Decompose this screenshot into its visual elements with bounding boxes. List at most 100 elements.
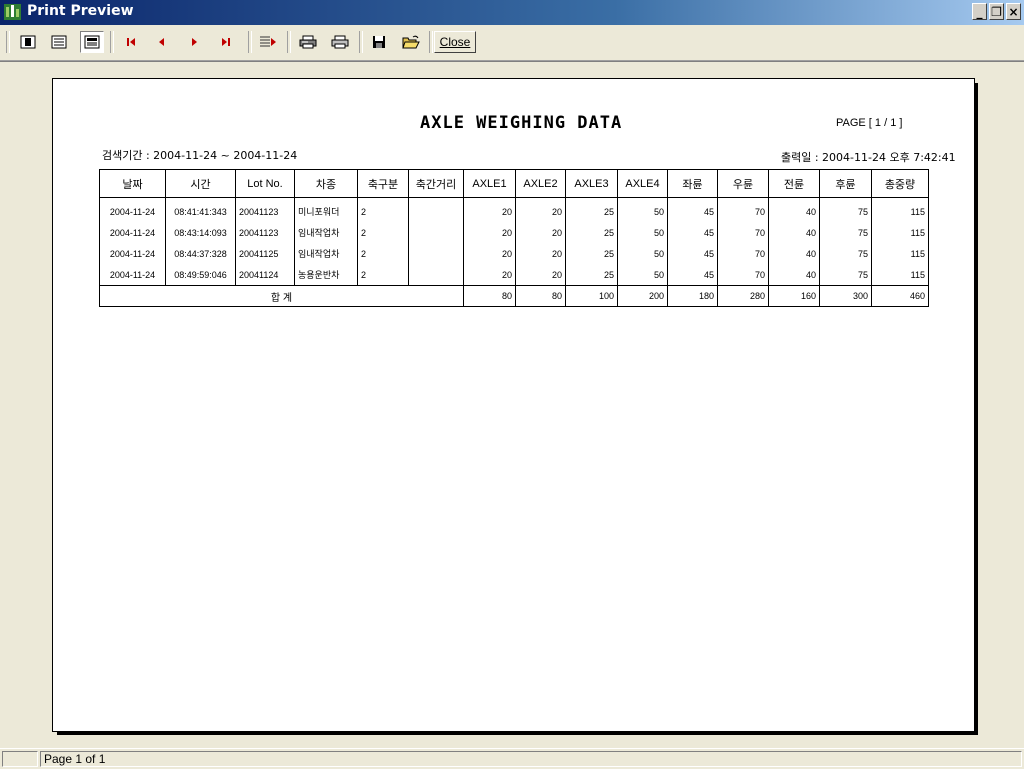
axle2-cell: 20 [515,243,566,264]
previous-page-button[interactable] [150,31,174,53]
column-header: 축간거리 [408,169,464,198]
axle1-cell: 20 [463,264,516,286]
right-wheel-cell: 70 [717,264,769,286]
front-wheel-cell: 40 [768,243,820,264]
time-cell: 08:44:37:328 [165,243,236,264]
save-button[interactable] [367,31,391,53]
printer-icon [331,35,349,49]
goto-page-button[interactable] [256,31,280,53]
total-weight-cell: 115 [871,264,929,286]
page-indicator: PAGE [ 1 / 1 ] [836,117,903,129]
axle-class-cell: 2 [357,243,409,264]
zoom-view-button[interactable] [80,31,104,53]
left-wheel-cell: 45 [667,243,718,264]
vehicle-type-cell: 미니포워더 [294,197,358,222]
left-wheel-cell: 45 [667,264,718,286]
total-weight-sum: 460 [871,285,929,307]
column-header: 좌륜 [667,169,718,198]
table-row: 2004-11-24 08:44:37:328 20041125 임내작업차 2… [99,243,929,264]
first-page-button[interactable] [119,31,143,53]
lot-cell: 20041125 [235,243,295,264]
open-button[interactable] [399,31,423,53]
axle-distance-cell [408,222,464,243]
total-axle4: 200 [617,285,668,307]
print-date: 출력일 : 2004-11-24 오후 7:42:41 [781,151,956,164]
floppy-disk-icon [373,36,385,48]
total-weight-cell: 115 [871,222,929,243]
column-header: AXLE2 [515,169,566,198]
printer-setup-icon [299,35,317,49]
total-axle1: 80 [463,285,516,307]
print-button[interactable] [328,31,352,53]
axle4-cell: 50 [617,197,668,222]
one-page-icon [20,35,36,49]
axle1-cell: 20 [463,243,516,264]
axle1-cell: 20 [463,197,516,222]
lot-cell: 20041123 [235,222,295,243]
lot-cell: 20041123 [235,197,295,222]
toolbar-separator [287,31,291,53]
date-cell: 2004-11-24 [99,243,166,264]
search-period: 검색기간 : 2004-11-24 ~ 2004-11-24 [102,149,298,162]
axle-distance-cell [408,197,464,222]
front-wheel-cell: 40 [768,264,820,286]
axle3-cell: 25 [565,264,618,286]
axle3-cell: 25 [565,243,618,264]
date-cell: 2004-11-24 [99,264,166,286]
rear-wheel-cell: 75 [819,197,872,222]
total-rear-wheel: 300 [819,285,872,307]
toolbar-separator [359,31,363,53]
time-cell: 08:41:41:343 [165,197,236,222]
axle-distance-cell [408,243,464,264]
report-title: AXLE WEIGHING DATA [420,113,623,133]
page-width-view-button[interactable] [47,31,71,53]
total-left-wheel: 180 [667,285,718,307]
total-weight-cell: 115 [871,243,929,264]
left-wheel-cell: 45 [667,197,718,222]
column-header: 차종 [294,169,358,198]
column-header: 전륜 [768,169,820,198]
one-page-view-button[interactable] [16,31,40,53]
window-title: Print Preview [27,3,134,19]
last-page-button[interactable] [214,31,238,53]
print-setup-button[interactable] [296,31,320,53]
page-width-icon [51,35,67,49]
column-header: 총중량 [871,169,929,198]
column-header: AXLE1 [463,169,516,198]
table-row: 2004-11-24 08:49:59:046 20041124 농용운반차 2… [99,264,929,286]
previous-page-icon [159,38,164,46]
vehicle-type-cell: 농용운반차 [294,264,358,286]
axle2-cell: 20 [515,197,566,222]
column-header: 후륜 [819,169,872,198]
next-page-button[interactable] [182,31,206,53]
vehicle-type-cell: 임내작업차 [294,222,358,243]
column-header: AXLE4 [617,169,668,198]
status-page-text: Page 1 of 1 [40,751,1022,767]
next-page-icon [192,38,197,46]
status-pane-blank [2,751,38,767]
axle4-cell: 50 [617,222,668,243]
total-axle3: 100 [565,285,618,307]
column-header: Lot No. [235,169,295,198]
column-header: 우륜 [717,169,769,198]
close-window-button[interactable]: × [1006,3,1021,20]
rear-wheel-cell: 75 [819,243,872,264]
axle-class-cell: 2 [357,197,409,222]
date-cell: 2004-11-24 [99,222,166,243]
restore-button[interactable]: ❐ [989,3,1004,20]
toolbar-separator [248,31,252,53]
right-wheel-cell: 70 [717,243,769,264]
first-page-icon [127,38,135,46]
front-wheel-cell: 40 [768,222,820,243]
minimize-button[interactable]: _ [972,3,987,20]
zoom-page-icon [84,35,100,49]
front-wheel-cell: 40 [768,197,820,222]
app-icon [4,4,21,20]
title-bar: Print Preview _ ❐ × [0,0,1024,25]
toolbar [0,26,1024,61]
axle1-cell: 20 [463,222,516,243]
table-header-row: 날짜 시간 Lot No. 차종 축구분 축간거리 AXLE1 AXLE2 AX… [99,169,929,198]
column-header: 시간 [165,169,236,198]
close-button[interactable]: Close [434,31,476,53]
time-cell: 08:49:59:046 [165,264,236,286]
